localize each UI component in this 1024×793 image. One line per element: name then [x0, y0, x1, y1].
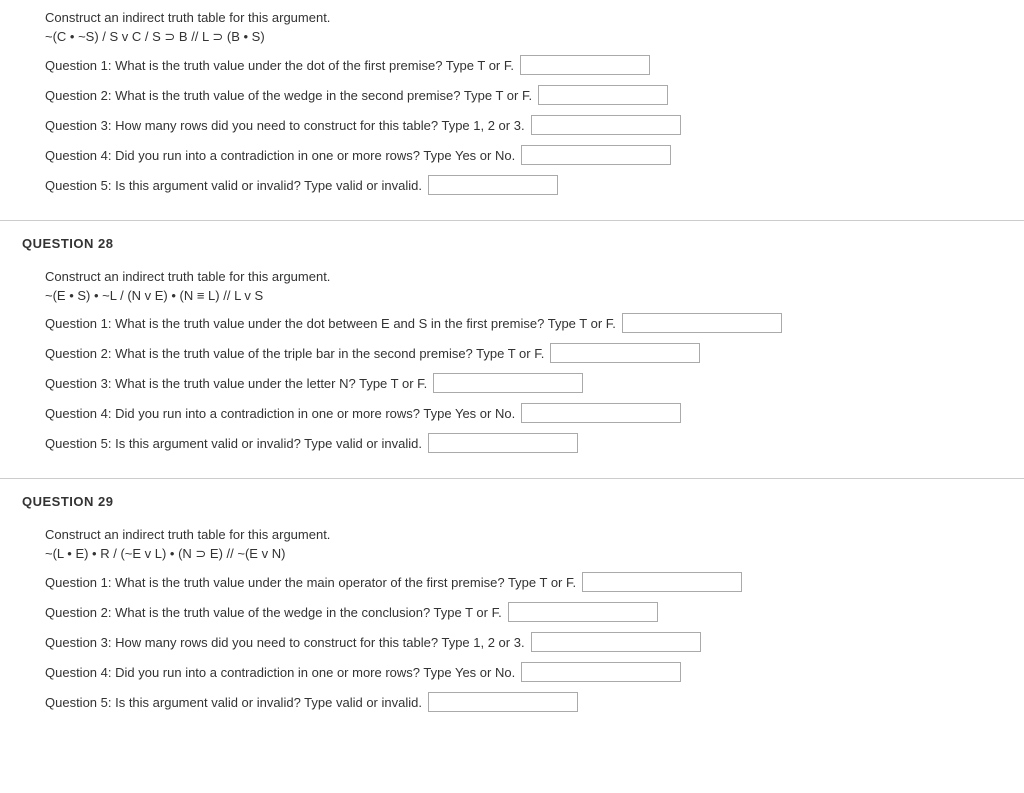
answer-input[interactable] [508, 602, 658, 622]
question-row: Question 4: Did you run into a contradic… [45, 403, 1024, 423]
question-section-27: Construct an indirect truth table for th… [0, 0, 1024, 221]
question-row: Question 1: What is the truth value unde… [45, 313, 1024, 333]
question-row: Question 3: How many rows did you need t… [45, 632, 1024, 652]
question-label: Question 1: What is the truth value unde… [45, 575, 576, 590]
instruction-text: Construct an indirect truth table for th… [45, 269, 1024, 284]
question-row: Question 2: What is the truth value of t… [45, 343, 1024, 363]
argument-formula: ~(E • S) • ~L / (N v E) • (N ≡ L) // L v… [45, 288, 1024, 303]
question-header: QUESTION 28 [0, 221, 1024, 259]
argument-formula: ~(C • ~S) / S v C / S ⊃ B // L ⊃ (B • S) [45, 29, 1024, 45]
question-row: Question 5: Is this argument valid or in… [45, 175, 1024, 195]
answer-input[interactable] [521, 145, 671, 165]
answer-input[interactable] [531, 115, 681, 135]
answer-input[interactable] [428, 175, 558, 195]
question-label: Question 4: Did you run into a contradic… [45, 665, 515, 680]
question-label: Question 5: Is this argument valid or in… [45, 436, 422, 451]
question-row: Question 3: What is the truth value unde… [45, 373, 1024, 393]
answer-input[interactable] [550, 343, 700, 363]
question-label: Question 5: Is this argument valid or in… [45, 695, 422, 710]
question-row: Question 5: Is this argument valid or in… [45, 433, 1024, 453]
question-section-28: QUESTION 28 Construct an indirect truth … [0, 221, 1024, 479]
question-label: Question 4: Did you run into a contradic… [45, 148, 515, 163]
answer-input[interactable] [433, 373, 583, 393]
question-label: Question 3: How many rows did you need t… [45, 118, 525, 133]
answer-input[interactable] [521, 662, 681, 682]
answer-input[interactable] [538, 85, 668, 105]
question-row: Question 5: Is this argument valid or in… [45, 692, 1024, 712]
question-label: Question 4: Did you run into a contradic… [45, 406, 515, 421]
question-label: Question 2: What is the truth value of t… [45, 88, 532, 103]
question-label: Question 1: What is the truth value unde… [45, 316, 616, 331]
question-label: Question 3: How many rows did you need t… [45, 635, 525, 650]
question-header: QUESTION 29 [0, 479, 1024, 517]
answer-input[interactable] [428, 433, 578, 453]
answer-input[interactable] [582, 572, 742, 592]
section-content: Construct an indirect truth table for th… [0, 517, 1024, 712]
question-row: Question 3: How many rows did you need t… [45, 115, 1024, 135]
question-row: Question 4: Did you run into a contradic… [45, 662, 1024, 682]
question-label: Question 2: What is the truth value of t… [45, 346, 544, 361]
answer-input[interactable] [622, 313, 782, 333]
question-label: Question 1: What is the truth value unde… [45, 58, 514, 73]
question-row: Question 2: What is the truth value of t… [45, 85, 1024, 105]
question-section-29: QUESTION 29 Construct an indirect truth … [0, 479, 1024, 737]
question-row: Question 1: What is the truth value unde… [45, 572, 1024, 592]
answer-input[interactable] [521, 403, 681, 423]
instruction-text: Construct an indirect truth table for th… [45, 527, 1024, 542]
question-label: Question 2: What is the truth value of t… [45, 605, 502, 620]
section-content: Construct an indirect truth table for th… [0, 0, 1024, 195]
answer-input[interactable] [520, 55, 650, 75]
argument-formula: ~(L • E) • R / (~E v L) • (N ⊃ E) // ~(E… [45, 546, 1024, 562]
section-content: Construct an indirect truth table for th… [0, 259, 1024, 453]
question-row: Question 1: What is the truth value unde… [45, 55, 1024, 75]
answer-input[interactable] [531, 632, 701, 652]
question-label: Question 5: Is this argument valid or in… [45, 178, 422, 193]
question-row: Question 4: Did you run into a contradic… [45, 145, 1024, 165]
question-row: Question 2: What is the truth value of t… [45, 602, 1024, 622]
answer-input[interactable] [428, 692, 578, 712]
question-label: Question 3: What is the truth value unde… [45, 376, 427, 391]
instruction-text: Construct an indirect truth table for th… [45, 10, 1024, 25]
